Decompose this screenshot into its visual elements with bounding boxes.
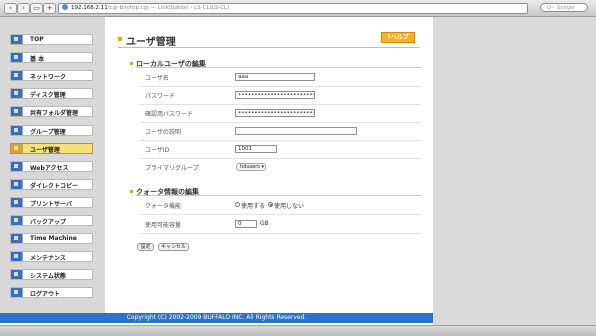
username-label: ユーザ名 — [145, 75, 169, 82]
password-field[interactable]: •••••••••••••••••••••••• — [235, 91, 315, 99]
search-field[interactable]: Q~ Google — [540, 3, 588, 12]
sidebar-item-label: プリントサーバ — [30, 200, 72, 208]
url-host: 192.168.2.11 — [71, 5, 108, 11]
url-path: /cgi-bin/top.cgi — LinkStation - LS-CL(L… — [107, 5, 230, 11]
uid-field[interactable]: 1001 — [235, 145, 277, 153]
sidebar-item[interactable]: バックアップ — [10, 215, 93, 226]
sidebar-item[interactable]: グループ管理 — [10, 124, 93, 136]
page-title: ユーザ管理 — [126, 37, 176, 48]
chevron-down-icon: ▾ — [261, 164, 264, 170]
direct-copy-icon — [11, 179, 23, 189]
sidebar-item-label: メンテナンス — [30, 255, 66, 263]
sidebar-item-label: グループ管理 — [30, 128, 66, 136]
primary-group-label: プライマリグループ — [145, 165, 199, 172]
username-field[interactable]: aaa — [235, 73, 315, 81]
capacity-unit: GB — [260, 220, 269, 227]
bullet-icon — [130, 190, 133, 193]
primary-group-value: hdusers — [240, 164, 260, 170]
top-icon — [11, 35, 23, 44]
quota-use-label[interactable]: 使用する — [241, 201, 265, 210]
address-bar[interactable]: 192.168.2.11/cgi-bin/top.cgi — LinkStati… — [58, 3, 528, 14]
sidebar-item-label: Webアクセス — [30, 164, 69, 172]
backup-icon — [11, 216, 23, 225]
password-label: パスワード — [145, 93, 176, 100]
description-field[interactable] — [235, 127, 357, 135]
row-divider — [140, 214, 421, 215]
logout-icon — [11, 288, 23, 298]
sidebar-item-label: 共有フォルダ管理 — [30, 110, 79, 118]
shared-folder-icon — [11, 107, 23, 117]
system-status-icon — [11, 270, 23, 280]
sidebar-item[interactable]: 基 本 — [10, 52, 93, 64]
forward-button[interactable]: › — [17, 3, 30, 14]
sidebar-item-label: TOP — [30, 36, 44, 43]
quota-use-radio[interactable] — [235, 202, 240, 207]
title-bullet-icon — [118, 37, 122, 41]
sidebar-item[interactable]: ダイレクトコピー — [10, 178, 93, 190]
bullet-icon — [130, 62, 133, 65]
title-bar: ユーザ管理 — [118, 33, 420, 48]
sidebar-item-label: システム状態 — [30, 273, 66, 281]
uid-label: ユーザID — [145, 147, 170, 154]
confirm-password-label: 確認用パスワード — [145, 111, 194, 118]
time-machine-icon — [11, 234, 23, 244]
copyright-footer: Copyright (C) 2002-2009 BUFFALO INC. All… — [0, 313, 433, 323]
user-icon — [11, 143, 23, 153]
bookmark-icon[interactable]: ▭ — [30, 3, 43, 14]
capacity-field[interactable]: 0 — [235, 220, 257, 228]
printer-icon — [11, 197, 23, 207]
row-divider — [140, 104, 421, 105]
sidebar-item[interactable]: ネットワーク — [10, 70, 93, 82]
confirm-password-field[interactable]: •••••••••••••••••••••••• — [235, 109, 315, 117]
primary-group-select[interactable]: hdusers ▾ — [236, 163, 266, 171]
sidebar-item-label: ダイレクトコピー — [30, 182, 79, 190]
section-divider — [136, 195, 421, 196]
group-icon — [11, 125, 23, 135]
disk-icon — [11, 89, 23, 99]
sidebar-item-label: ディスク管理 — [30, 92, 66, 100]
quota-function-label: クォータ機能 — [145, 203, 182, 210]
sidebar-item[interactable]: メンテナンス — [10, 251, 93, 263]
help-button[interactable]: ?ヘルプ — [381, 32, 415, 43]
back-button[interactable]: ‹ — [4, 3, 17, 14]
quota-nouse-radio[interactable] — [268, 202, 273, 207]
sidebar-item[interactable]: プリントサーバ — [10, 196, 93, 208]
browser-toolbar: ‹ › ▭ + 192.168.2.11/cgi-bin/top.cgi — L… — [0, 0, 596, 17]
browser-status-bar — [0, 325, 596, 336]
globe-icon — [62, 4, 68, 10]
web-access-icon — [11, 161, 23, 171]
basic-settings-icon — [11, 53, 23, 63]
add-tab-icon[interactable]: + — [43, 3, 56, 14]
sidebar-item-label: ログアウト — [30, 291, 61, 299]
sidebar-item-label: 基 本 — [30, 56, 45, 64]
row-divider — [140, 86, 421, 87]
network-icon — [11, 71, 23, 81]
sidebar-item[interactable]: ディスク管理 — [10, 88, 93, 100]
sidebar-item-label: バックアップ — [30, 219, 67, 226]
sidebar-item[interactable]: 共有フォルダ管理 — [10, 106, 93, 118]
sidebar-item-label: ユーザ管理 — [30, 146, 60, 154]
description-label: ユーザの説明 — [145, 129, 181, 136]
cancel-button[interactable]: キャンセル — [158, 243, 189, 251]
section-divider — [136, 67, 421, 68]
row-divider — [140, 140, 421, 141]
quota-nouse-label[interactable]: 使用しない — [274, 201, 304, 210]
sidebar-item[interactable]: Time Machine — [10, 233, 93, 245]
sidebar-item[interactable]: ユーザ管理 — [10, 142, 93, 154]
save-button[interactable]: 設定 — [137, 243, 154, 251]
sidebar-item[interactable]: システム状態 — [10, 269, 93, 281]
sidebar-item[interactable]: ログアウト — [10, 287, 93, 299]
row-divider — [140, 158, 421, 159]
row-divider — [140, 122, 421, 123]
sidebar-item-label: ネットワーク — [30, 74, 67, 82]
maintenance-icon — [11, 252, 23, 262]
sidebar-item[interactable]: TOP — [10, 34, 93, 45]
row-divider — [140, 233, 421, 234]
sidebar-item-label: Time Machine — [30, 235, 77, 243]
sidebar-item[interactable]: Webアクセス — [10, 160, 93, 172]
title-divider — [118, 47, 420, 48]
capacity-label: 使用可能容量 — [145, 222, 182, 229]
